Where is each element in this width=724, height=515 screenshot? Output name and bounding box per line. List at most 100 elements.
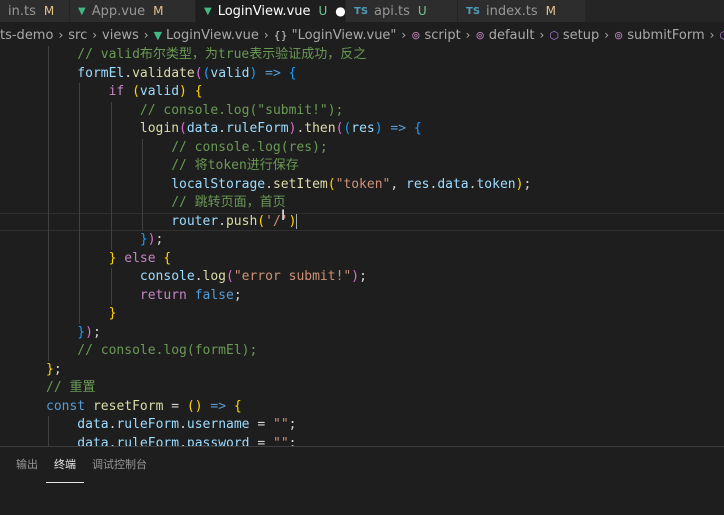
code-line[interactable]: }; — [0, 361, 724, 380]
code-token: // 重置 — [46, 380, 96, 395]
code-token: ; — [92, 324, 101, 340]
breadcrumb-item[interactable]: ⊚ default — [475, 28, 534, 43]
indent-guide — [48, 175, 49, 194]
indent-guide — [79, 175, 81, 194]
code-token: res — [406, 176, 430, 192]
tab-api-ts[interactable]: TS api.ts U — [346, 0, 458, 22]
breadcrumb-label: default — [488, 27, 535, 43]
tab-in-ts[interactable]: in.ts M — [0, 0, 70, 22]
indent-guide — [48, 434, 49, 446]
breadcrumb-item[interactable]: ts-demo — [0, 28, 53, 43]
code-token: ; — [53, 361, 62, 377]
symbol-icon: ⬡ — [549, 28, 559, 42]
code-line[interactable]: formEl.validate((valid) => { — [0, 64, 724, 83]
breadcrumb-chevron-icon: › — [92, 28, 98, 42]
code-token: = — [249, 435, 273, 447]
code-line[interactable]: } else { — [0, 249, 724, 268]
code-token: return — [139, 287, 187, 303]
symbol-icon: {} — [273, 28, 288, 42]
code-token: data — [186, 121, 219, 136]
code-line[interactable]: const resetForm = () => { — [0, 398, 724, 417]
indent-guide — [48, 305, 49, 324]
code-token: ( — [194, 65, 203, 81]
breadcrumb-item[interactable]: {} "LoginView.vue" — [274, 28, 397, 43]
indent-guide — [48, 231, 49, 250]
code-line[interactable]: // 将token进行保存 — [0, 157, 724, 176]
code-line[interactable]: // console.log(formEl); — [0, 342, 724, 361]
code-token: = — [249, 417, 273, 432]
code-line[interactable]: return false; — [0, 286, 724, 305]
tab-loginview-vue[interactable]: ▼ LoginView.vue U ● — [196, 0, 346, 22]
indent-guide — [110, 138, 112, 157]
code-line[interactable]: login(data.ruleForm).then((res) => { — [0, 120, 724, 139]
code-token: ( — [257, 213, 266, 229]
code-line[interactable]: }); — [0, 323, 724, 342]
code-line[interactable]: console.log("error submit!"); — [0, 268, 724, 287]
tab-index-ts[interactable]: TS index.ts M — [458, 0, 586, 22]
indent-guide — [79, 138, 81, 157]
code-token: data — [77, 435, 109, 447]
code-line[interactable]: if (valid) { — [0, 83, 724, 102]
unsaved-dot-icon[interactable]: ● — [335, 4, 345, 18]
code-line[interactable]: // valid布尔类型，为true表示验证成功，反之 — [0, 46, 724, 65]
indent-guide — [48, 46, 49, 65]
code-token: } — [77, 324, 86, 340]
breadcrumb-item[interactable]: src — [68, 28, 87, 43]
tab-app-vue[interactable]: ▼ App.vue M — [70, 0, 196, 22]
indent-guide — [48, 323, 49, 342]
indent-guide — [110, 101, 112, 120]
code-line[interactable]: data.ruleForm.username = ""; — [0, 416, 724, 435]
code-line[interactable]: localStorage.setItem("token", res.data.t… — [0, 175, 724, 194]
code-line[interactable]: // console.log("submit!"); — [0, 101, 724, 120]
code-line[interactable]: // 重置 — [0, 379, 724, 398]
code-token: validate — [132, 65, 195, 81]
indent-guide — [48, 194, 49, 213]
code-editor[interactable]: // valid布尔类型，为true表示验证成功，反之 formEl.valida… — [0, 46, 724, 446]
breadcrumb-item[interactable]: ▼ LoginView.vue — [154, 28, 259, 43]
panel-tab[interactable]: 终端 — [46, 447, 84, 483]
code-token: ( — [179, 121, 187, 136]
vue-file-icon: ▼ — [78, 5, 86, 17]
code-token: ( — [132, 84, 140, 99]
breadcrumb-item[interactable]: ⊚ script — [411, 28, 460, 43]
code-token: // 将token进行保存 — [171, 158, 299, 173]
panel-tab[interactable]: 调试控制台 — [84, 447, 155, 483]
code-token: data — [437, 176, 469, 192]
breadcrumb-item[interactable]: ⊚ submitForm — [614, 28, 705, 43]
breadcrumb-item[interactable]: views — [102, 28, 139, 43]
code-line[interactable]: // console.log(res); — [0, 138, 724, 157]
breadcrumb-chevron-icon: › — [709, 28, 715, 42]
code-token: else — [124, 250, 156, 266]
panel-tab[interactable]: 输出 — [8, 447, 46, 483]
code-content[interactable]: // valid布尔类型，为true表示验证成功，反之 formEl.valida… — [0, 46, 724, 446]
code-line[interactable]: router.push('/') — [0, 212, 724, 231]
code-token: => — [210, 398, 227, 414]
code-line[interactable]: } — [0, 305, 724, 324]
code-line[interactable]: data.ruleForm.password = ""; — [0, 434, 724, 447]
code-token: . — [179, 417, 187, 432]
indent-guide — [79, 212, 81, 231]
code-token: // console.log(formEl); — [77, 343, 258, 358]
mouse-ibeam-cursor-icon: I — [281, 208, 286, 224]
code-token: "error submit!" — [233, 269, 352, 284]
indent-guide — [110, 286, 112, 305]
breadcrumb-item[interactable]: ⬡formEl.v — [719, 28, 724, 43]
code-line[interactable]: }); — [0, 231, 724, 250]
breadcrumb-item[interactable]: ⬡ setup — [549, 28, 599, 43]
code-line[interactable]: // 跳转页面，首页 — [0, 194, 724, 213]
code-token: push — [225, 213, 258, 229]
breadcrumb: ts-demo › src › views › ▼ LoginView.vue › {} "Logi… — [0, 24, 724, 46]
indent-guide — [141, 212, 143, 231]
